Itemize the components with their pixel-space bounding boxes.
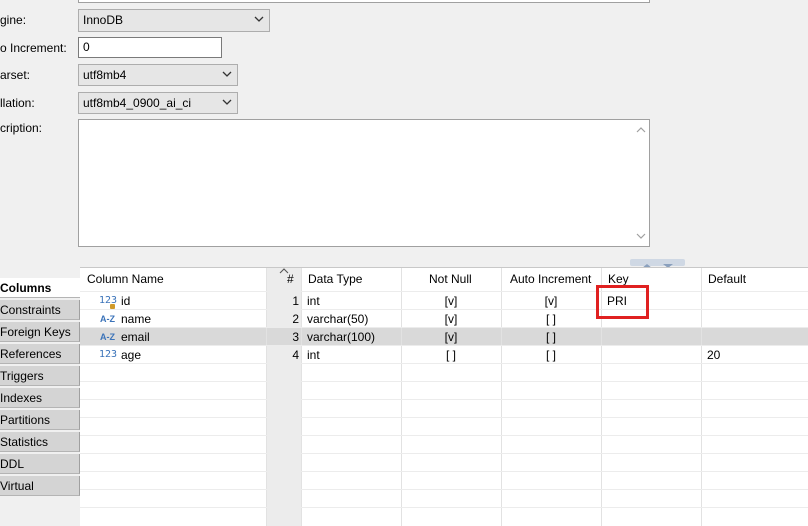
auto-increment-checkbox[interactable]: [ ] <box>501 328 601 346</box>
row-divider <box>80 435 808 436</box>
description-scrollbar[interactable] <box>633 120 649 246</box>
collation-select[interactable]: utf8mb4_0900_ai_ci <box>78 92 238 114</box>
description-textarea[interactable] <box>78 119 650 247</box>
key-highlight-box <box>596 285 649 319</box>
column-name-cell[interactable]: email <box>121 328 150 346</box>
engine-label: gine: <box>0 13 27 27</box>
not-null-checkbox[interactable]: [v] <box>401 310 501 328</box>
header-not-null[interactable]: Not Null <box>429 268 472 290</box>
column-name-cell[interactable]: id <box>121 292 130 310</box>
primary-key-icon <box>110 304 115 309</box>
tab-references[interactable]: References <box>0 344 80 364</box>
scroll-down-icon[interactable] <box>636 232 646 240</box>
collation-label: llation: <box>0 96 35 110</box>
column-name-cell[interactable]: name <box>121 310 151 328</box>
splitter-grip[interactable] <box>630 259 685 268</box>
tab-columns[interactable]: Columns <box>0 278 80 298</box>
chevron-down-icon <box>254 16 264 22</box>
auto-increment-input[interactable]: 0 <box>78 37 222 58</box>
collation-value: utf8mb4_0900_ai_ci <box>83 96 192 110</box>
row-divider <box>80 417 808 418</box>
tab-partitions[interactable]: Partitions <box>0 410 80 430</box>
auto-increment-checkbox[interactable]: [v] <box>501 292 601 310</box>
charset-value: utf8mb4 <box>83 68 127 82</box>
auto-increment-label: o Increment: <box>0 41 67 55</box>
row-divider <box>80 453 808 454</box>
not-null-checkbox[interactable]: [v] <box>401 292 501 310</box>
charset-label: arset: <box>0 68 31 82</box>
row-number-cell: 1 <box>292 294 299 308</box>
row-divider <box>80 507 808 508</box>
charset-select[interactable]: utf8mb4 <box>78 64 238 86</box>
tab-virtual[interactable]: Virtual <box>0 476 80 496</box>
previous-field-border <box>78 0 650 3</box>
row-divider <box>80 489 808 490</box>
data-type-cell[interactable]: int <box>307 292 320 310</box>
panel-splitter[interactable] <box>0 258 808 266</box>
tab-triggers[interactable]: Triggers <box>0 366 80 386</box>
tab-statistics[interactable]: Statistics <box>0 432 80 452</box>
column-name-cell[interactable]: age <box>121 346 141 364</box>
not-null-checkbox[interactable]: [ ] <box>401 346 501 364</box>
default-cell[interactable]: 20 <box>707 346 720 364</box>
row-divider <box>80 381 808 382</box>
tab-foreign-keys[interactable]: Foreign Keys <box>0 322 80 342</box>
sort-asc-icon[interactable] <box>279 267 289 274</box>
tab-ddl[interactable]: DDL <box>0 454 80 474</box>
chevron-down-icon <box>222 99 232 105</box>
row-divider <box>80 471 808 472</box>
data-type-cell[interactable]: varchar(100) <box>307 328 375 346</box>
scroll-up-icon[interactable] <box>636 126 646 134</box>
data-type-cell[interactable]: varchar(50) <box>307 310 368 328</box>
row-number-cell: 3 <box>292 330 299 344</box>
row-divider <box>80 399 808 400</box>
header-column-name[interactable]: Column Name <box>87 268 164 290</box>
column-divider <box>301 268 302 526</box>
header-default[interactable]: Default <box>708 268 746 290</box>
auto-increment-checkbox[interactable]: [ ] <box>501 310 601 328</box>
engine-value: InnoDB <box>83 13 124 27</box>
string-type-icon: A-Z <box>100 314 115 324</box>
row-number-cell: 2 <box>292 312 299 326</box>
auto-increment-checkbox[interactable]: [ ] <box>501 346 601 364</box>
row-number-cell: 4 <box>292 348 299 362</box>
editor-tabs: Columns Constraints Foreign Keys Referen… <box>0 267 80 525</box>
header-auto-increment[interactable]: Auto Increment <box>510 268 591 290</box>
column-divider <box>701 268 702 526</box>
data-type-cell[interactable]: int <box>307 346 320 364</box>
numeric-type-icon: 123 <box>99 349 118 360</box>
tab-constraints[interactable]: Constraints <box>0 300 80 320</box>
not-null-checkbox[interactable]: [v] <box>401 328 501 346</box>
engine-select[interactable]: InnoDB <box>78 9 270 32</box>
tab-indexes[interactable]: Indexes <box>0 388 80 408</box>
header-data-type[interactable]: Data Type <box>308 268 362 290</box>
chevron-down-icon <box>222 71 232 77</box>
description-label: cription: <box>0 121 43 135</box>
columns-grid[interactable]: Column Name # Data Type Not Null Auto In… <box>80 267 808 526</box>
string-type-icon: A-Z <box>100 332 115 342</box>
